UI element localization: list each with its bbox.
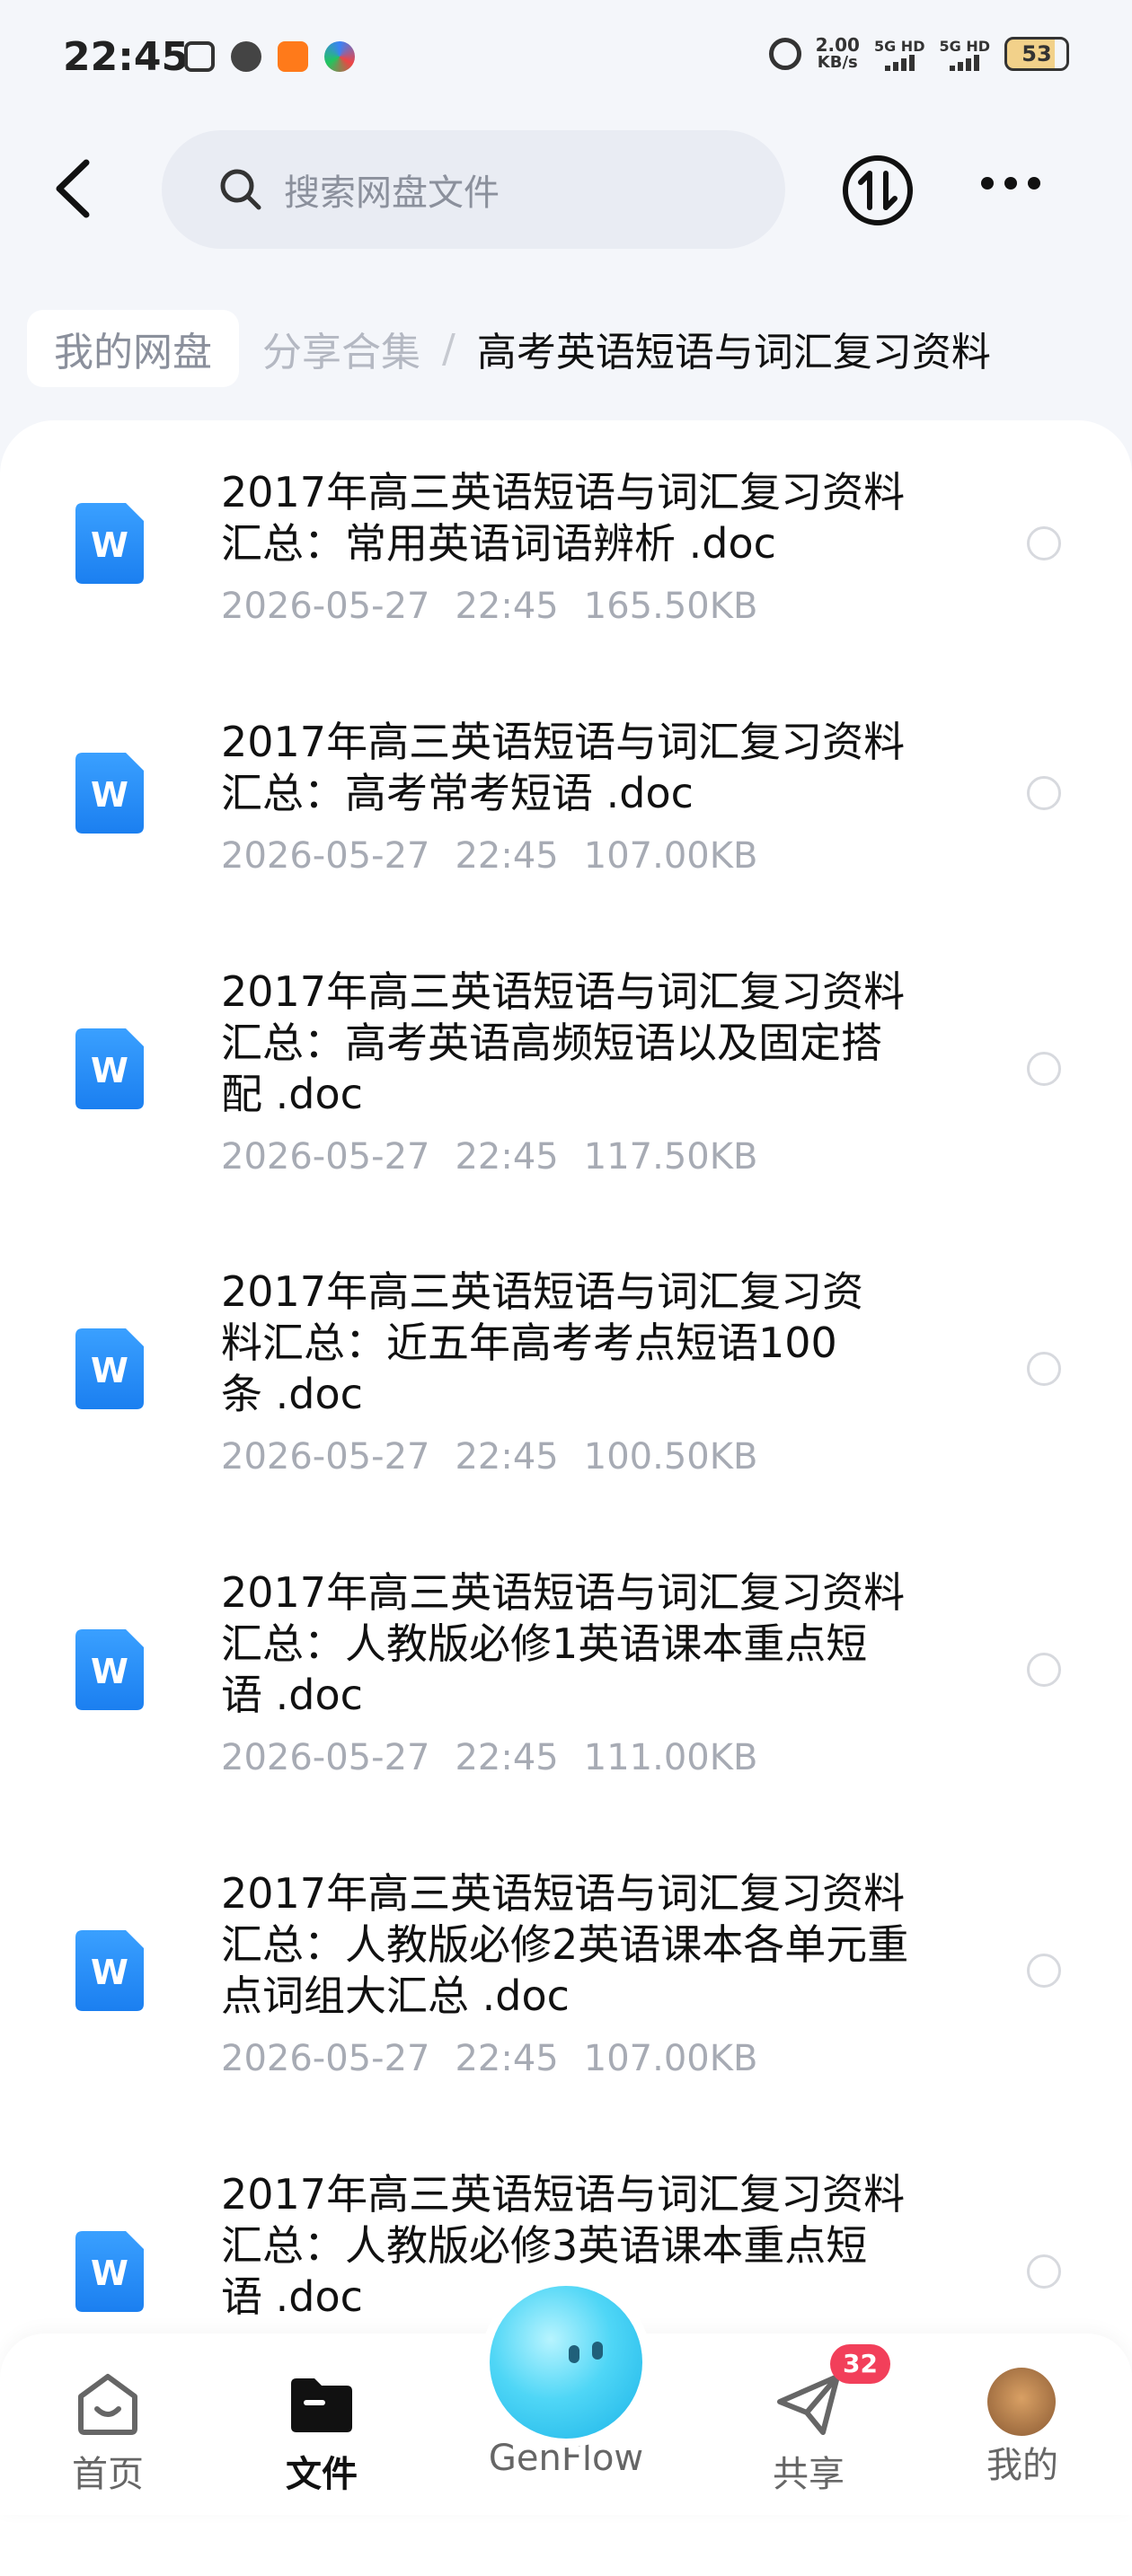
paper-plane-icon	[777, 2374, 840, 2435]
avatar[interactable]	[987, 2368, 1056, 2436]
signal-sim2: 5G HD	[939, 38, 990, 71]
app-icon	[324, 41, 355, 72]
file-size: 111.00KB	[583, 1737, 758, 1778]
word-doc-icon: W	[75, 1328, 144, 1409]
word-doc-icon: W	[75, 1028, 144, 1109]
word-doc-icon: W	[75, 1628, 144, 1710]
net-speed: 2.00 KB/s	[815, 34, 860, 72]
share-badge: 32	[830, 2344, 890, 2384]
word-doc-icon: W	[75, 1929, 144, 2011]
file-date: 2026-05-27	[221, 586, 430, 627]
alarm-icon	[768, 38, 801, 70]
file-name: 2017年高三英语短语与词汇复习资料 汇总：人教版必修2英语课本各单元重 点词组大汇…	[221, 1869, 909, 2020]
file-meta: 2026-05-27 22:45 165.50KB	[221, 586, 783, 627]
file-size: 165.50KB	[583, 586, 758, 627]
file-time: 22:45	[455, 2038, 559, 2079]
back-arrow-icon[interactable]	[47, 157, 101, 220]
file-meta: 2026-05-27 22:45 111.00KB	[221, 1737, 783, 1778]
search-placeholder: 搜索网盘文件	[284, 172, 500, 214]
select-radio[interactable]	[1027, 1953, 1061, 1988]
search-icon	[220, 169, 261, 210]
wechat-icon	[231, 41, 261, 72]
header: 搜索网盘文件	[0, 121, 1132, 256]
breadcrumb-current: 高考英语短语与词汇复习资料	[476, 330, 991, 375]
breadcrumb-separator: /	[442, 325, 455, 372]
signal-sim1: 5G HD	[874, 38, 924, 71]
svg-text:W: W	[91, 1953, 128, 1992]
select-radio[interactable]	[1027, 1351, 1061, 1386]
taobao-icon	[278, 41, 308, 72]
tab-share[interactable]: 共享	[719, 2369, 898, 2497]
status-time: 22:45	[63, 34, 190, 80]
transfer-sort-icon[interactable]	[841, 154, 915, 227]
file-time: 22:45	[455, 586, 559, 627]
select-radio[interactable]	[1027, 1051, 1061, 1086]
tab-mine[interactable]: 我的	[933, 2436, 1112, 2488]
file-meta: 2026-05-27 22:45 107.00KB	[221, 2038, 783, 2079]
file-name: 2017年高三英语短语与词汇复习资料 汇总：高考常考短语 .doc	[221, 718, 906, 817]
svg-text:W: W	[91, 775, 128, 815]
file-size: 107.00KB	[583, 835, 758, 877]
file-time: 22:45	[455, 1737, 559, 1778]
word-doc-icon: W	[75, 503, 144, 584]
file-time: 22:45	[455, 1436, 559, 1478]
tab-genflow[interactable]: GenFlow	[476, 2438, 656, 2479]
more-options-icon[interactable]	[981, 177, 1040, 190]
select-radio[interactable]	[1027, 2254, 1061, 2289]
word-doc-icon: W	[75, 2230, 144, 2312]
file-date: 2026-05-27	[221, 1737, 430, 1778]
file-date: 2026-05-27	[221, 2038, 430, 2079]
file-list: W 2017年高三英语短语与词汇复习资料 汇总：常用英语词语辨析 .doc 2026-…	[0, 420, 1132, 2576]
file-size: 117.50KB	[583, 1136, 758, 1178]
file-meta: 2026-05-27 22:45 100.50KB	[221, 1436, 783, 1478]
home-icon	[78, 2374, 137, 2435]
select-radio[interactable]	[1027, 1652, 1061, 1687]
genflow-orb-icon[interactable]	[490, 2286, 642, 2439]
svg-text:W: W	[91, 1652, 128, 1691]
tab-home[interactable]: 首页	[18, 2369, 198, 2497]
signal-bars-icon	[950, 54, 980, 71]
file-date: 2026-05-27	[221, 1436, 430, 1478]
battery-indicator: 53	[1004, 37, 1069, 71]
svg-text:W: W	[91, 525, 128, 565]
svg-text:W: W	[91, 2254, 128, 2293]
file-name: 2017年高三英语短语与词汇复习资料 汇总：高考英语高频短语以及固定搭配 .doc	[221, 967, 906, 1118]
file-name: 2017年高三英语短语与词汇复习资 料汇总：近五年高考考点短语100 条 .doc	[221, 1267, 864, 1418]
file-name: 2017年高三英语短语与词汇复习资料 汇总：人教版必修1英语课本重点短语 .doc	[221, 1568, 906, 1719]
breadcrumb-root[interactable]: 我的网盘	[27, 310, 239, 387]
search-bar[interactable]: 搜索网盘文件	[162, 130, 785, 249]
file-size: 107.00KB	[583, 2038, 758, 2079]
word-doc-icon: W	[75, 753, 144, 834]
tab-files[interactable]: 文件	[232, 2369, 411, 2497]
svg-text:W: W	[91, 1351, 128, 1390]
status-bar: 22:45 2.00 KB/s 5G HD 5G HD 53	[0, 0, 1132, 121]
notification-icons	[184, 41, 355, 72]
svg-text:W: W	[91, 1051, 128, 1090]
file-size: 100.50KB	[583, 1436, 758, 1478]
file-meta: 2026-05-27 22:45 117.50KB	[221, 1136, 783, 1178]
select-radio[interactable]	[1027, 526, 1061, 560]
file-time: 22:45	[455, 835, 559, 877]
file-name: 2017年高三英语短语与词汇复习资料 汇总：常用英语词语辨析 .doc	[221, 468, 906, 568]
tv-icon	[184, 41, 215, 72]
file-meta: 2026-05-27 22:45 107.00KB	[221, 835, 783, 877]
file-date: 2026-05-27	[221, 1136, 430, 1178]
breadcrumb: 我的网盘 分享合集 / 高考英语短语与词汇复习资料	[27, 310, 991, 387]
file-time: 22:45	[455, 1136, 559, 1178]
folder-icon	[291, 2378, 352, 2432]
status-right: 2.00 KB/s 5G HD 5G HD 53	[768, 34, 1069, 72]
select-radio[interactable]	[1027, 776, 1061, 810]
file-date: 2026-05-27	[221, 835, 430, 877]
breadcrumb-parent[interactable]: 分享合集	[262, 320, 420, 377]
signal-bars-icon	[884, 54, 915, 71]
